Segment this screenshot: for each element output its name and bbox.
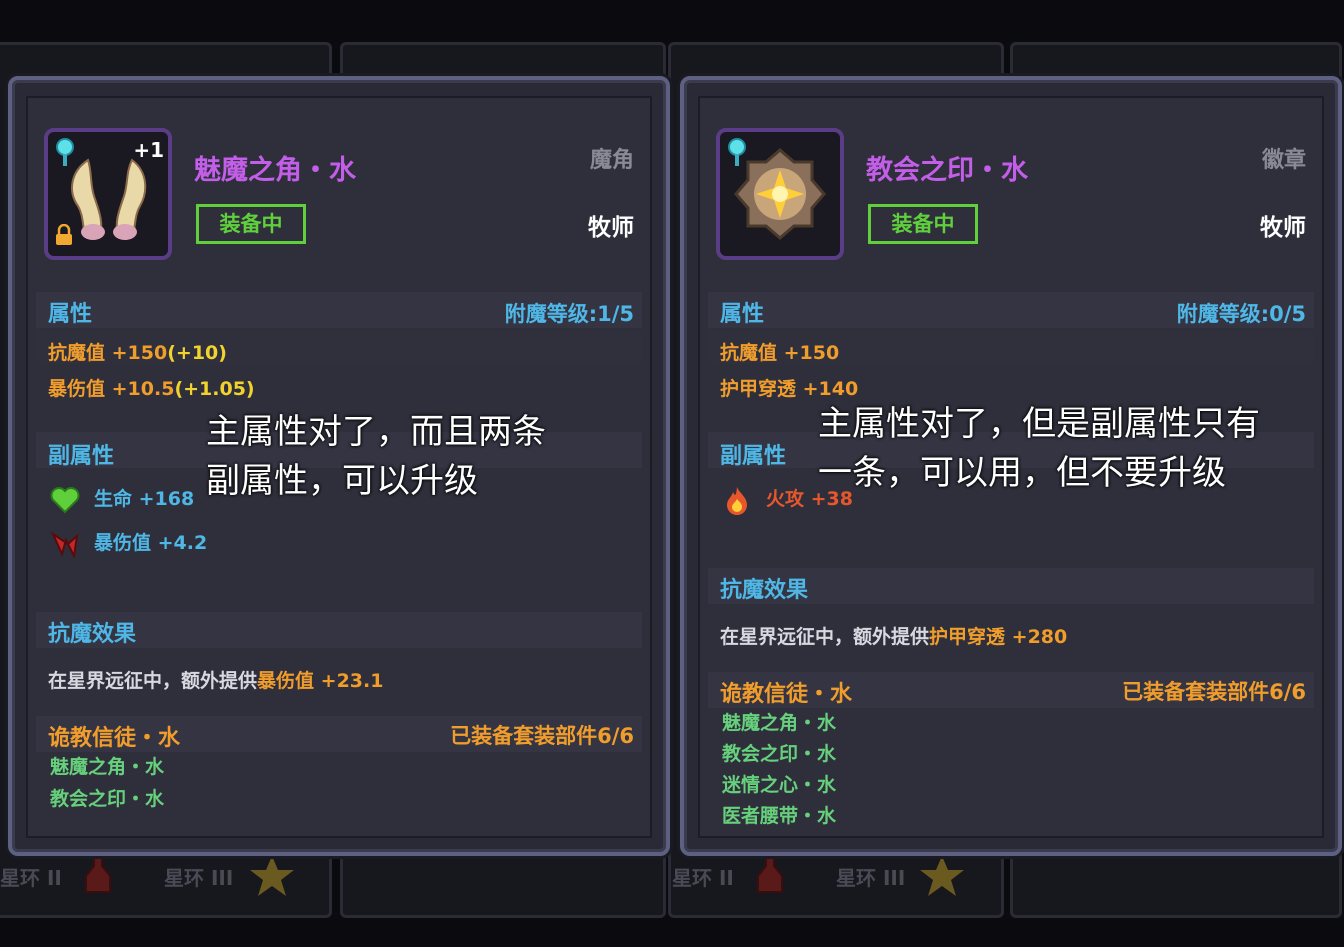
set-item: 迷情之心・水 (722, 774, 837, 796)
substat-label: 生命 (94, 488, 133, 510)
stat-label: 抗魔值 (720, 342, 778, 364)
item-name: 教会之印・水 (866, 155, 1028, 186)
item-type: 魔角 (589, 148, 634, 173)
potion-icon[interactable] (82, 856, 114, 900)
set-item: 魅魔之角・水 (722, 712, 837, 734)
stat-label: 抗魔值 (48, 342, 106, 364)
stat-value: +150 (111, 342, 168, 364)
stat-bonus: (+10) (167, 342, 227, 364)
annotation-text: 主属性对了，但是副属性只有 一条，可以用，但不要升级 (818, 404, 1260, 493)
sub-section-title: 副属性 (720, 444, 787, 469)
potion-icon[interactable] (754, 856, 786, 900)
ring-label[interactable]: 星环 III (836, 862, 905, 891)
ring-label[interactable]: 星环 II (0, 862, 62, 891)
crit-damage-icon (50, 530, 79, 559)
church-seal-icon (734, 148, 826, 240)
equipped-badge: 装备中 (196, 204, 306, 244)
effect-description: 在星界远征中，额外提供护甲穿透 +280 (720, 626, 1068, 648)
set-item: 教会之印・水 (722, 743, 837, 765)
set-item: 魅魔之角・水 (50, 756, 165, 778)
sub-section-title: 副属性 (48, 444, 115, 469)
set-name: 诡教信徒・水 (720, 682, 853, 707)
ring-label[interactable]: 星环 II (672, 862, 734, 891)
stat-value: +150 (783, 342, 840, 364)
substat-label: 暴伤值 (94, 532, 152, 554)
star-ring-icon[interactable] (918, 856, 966, 900)
attr-section-title: 属性 (48, 302, 93, 327)
item-icon-frame[interactable] (716, 128, 844, 260)
attr-section-title: 属性 (720, 302, 765, 327)
item-class: 牧师 (1260, 215, 1306, 241)
main-stat-row: 护甲穿透 +140 (720, 374, 858, 401)
set-count: 已装备套装部件6/6 (1122, 680, 1306, 704)
item-type: 徽章 (1261, 148, 1306, 173)
item-name: 魅魔之角・水 (194, 155, 356, 186)
annotation-text: 主属性对了，而且两条 副属性，可以升级 (206, 412, 546, 501)
set-item: 教会之印・水 (50, 788, 165, 810)
enchant-level: 附魔等级:1/5 (504, 302, 634, 326)
item-class: 牧师 (588, 215, 634, 241)
item-icon-frame[interactable]: +1 (44, 128, 172, 260)
stat-label: 护甲穿透 (720, 378, 797, 400)
substat-row: 生命 +168 (50, 484, 194, 514)
set-name: 诡教信徒・水 (48, 726, 181, 751)
equipped-badge: 装备中 (868, 204, 978, 244)
substat-row: 暴伤值 +4.2 (50, 528, 208, 559)
stat-bonus: (+1.05) (174, 378, 255, 400)
stat-value: +140 (802, 378, 859, 400)
main-stat-row: 抗魔值 +150(+10) (48, 338, 227, 365)
heart-icon (50, 486, 80, 513)
substat-value: +168 (138, 488, 195, 510)
star-ring-icon[interactable] (248, 856, 296, 900)
stat-label: 暴伤值 (48, 378, 106, 400)
effect-section-title: 抗魔效果 (720, 578, 809, 603)
set-item: 医者腰带・水 (722, 805, 837, 827)
main-stat-row: 抗魔值 +150 (720, 338, 839, 365)
fire-icon (727, 486, 747, 515)
main-stat-row: 暴伤值 +10.5(+1.05) (48, 374, 255, 401)
set-count: 已装备套装部件6/6 (450, 724, 634, 748)
stat-value: +10.5 (111, 378, 175, 400)
effect-section-title: 抗魔效果 (48, 622, 137, 647)
effect-description: 在星界远征中，额外提供暴伤值 +23.1 (48, 670, 384, 692)
substat-value: +4.2 (157, 532, 208, 554)
substat-label: 火攻 (766, 488, 805, 510)
enchant-level: 附魔等级:0/5 (1176, 302, 1306, 326)
lock-icon (54, 223, 74, 250)
ring-label[interactable]: 星环 III (164, 862, 233, 891)
